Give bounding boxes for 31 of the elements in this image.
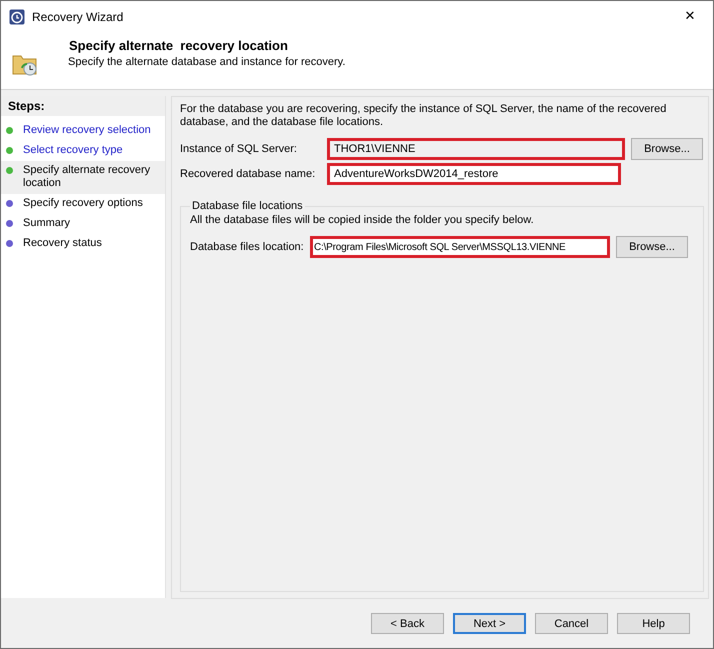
page-title: Specify alternate recovery location [69,38,289,53]
page-subtitle: Specify the alternate database and instance for recovery. [68,56,346,68]
step-item[interactable]: Specify alternate recovery location [1,161,165,194]
steps-heading: Steps: [1,96,165,116]
intro-text: For the database you are recovering, specify the instance of SQL Server, the name of the recovered database, and the database file locations. [180,103,668,129]
clock-icon [9,8,25,24]
group-note: All the database files will be copied inside the folder you specify below. [190,214,535,226]
step-item[interactable]: Review recovery selection [1,121,165,141]
group-title: Database file locations [191,200,304,212]
field-label: Instance of SQL Server: [180,143,298,155]
step-item[interactable]: Specify recovery options [1,194,165,214]
step-label: Review recovery selection [23,124,151,137]
wizard-button[interactable]: < Back [371,613,444,634]
wizard-button[interactable]: Help [617,613,690,634]
window-title: Recovery Wizard [32,10,124,24]
wizard-button[interactable]: Cancel [535,613,608,634]
step-item[interactable]: Summary [1,214,165,234]
close-button[interactable]: ✕ [667,1,713,32]
browse-button[interactable]: Browse... [616,236,688,258]
field-label: Database files location: [190,241,305,253]
wizard-button[interactable]: Next > [453,613,526,634]
text-field[interactable]: C:\Program Files\Microsoft SQL Server\MSSQL13.VIENNE [310,236,610,258]
step-label: Specify recovery options [23,197,143,210]
field-label: Recovered database name: [180,168,316,180]
step-label: Select recovery type [23,144,123,157]
step-label: Summary [23,217,70,230]
step-label: Specify alternate recovery location [23,164,152,190]
text-field[interactable]: AdventureWorksDW2014_restore [327,163,622,185]
step-item[interactable]: Select recovery type [1,141,165,161]
step-label: Recovery status [23,237,102,250]
step-item[interactable]: Recovery status [1,234,165,254]
